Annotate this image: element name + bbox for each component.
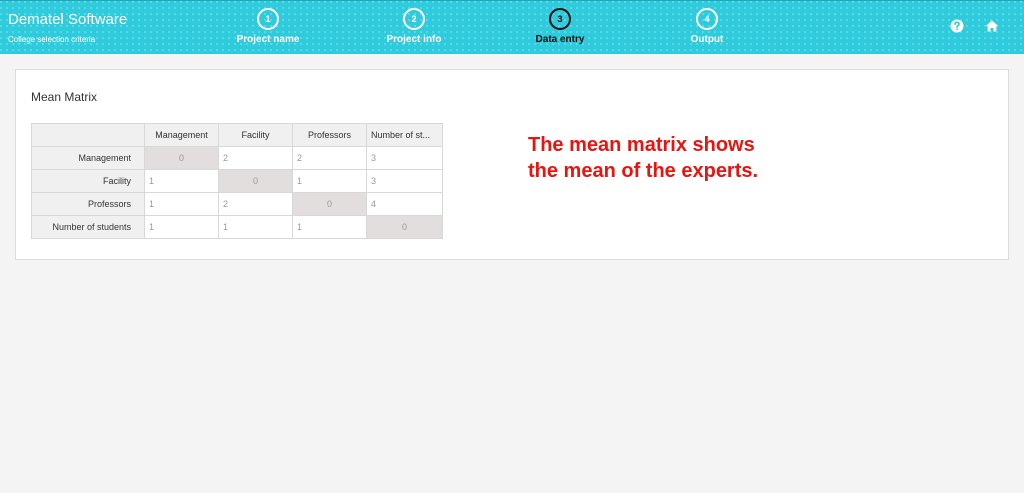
annotation-line: The mean matrix shows <box>528 134 755 156</box>
home-icon[interactable] <box>985 19 999 33</box>
matrix-cell[interactable]: 1 <box>292 215 367 239</box>
step-number-circle: 1 <box>257 8 279 30</box>
table-corner-cell <box>31 123 145 147</box>
matrix-cell-diagonal: 0 <box>292 192 367 216</box>
matrix-cell[interactable]: 1 <box>144 192 219 216</box>
matrix-cell[interactable]: 4 <box>366 192 443 216</box>
table-row: Professors 1 2 0 4 <box>31 192 443 216</box>
step-label: Project info <box>386 34 442 45</box>
step-number-circle: 4 <box>696 8 718 30</box>
mean-matrix-panel: Mean Matrix Management Facility Professo… <box>15 69 1009 260</box>
step-data-entry[interactable]: 3 Data entry <box>510 8 610 45</box>
step-label: Output <box>690 34 724 45</box>
column-header: Professors <box>292 123 367 147</box>
table-row: Facility 1 0 1 3 <box>31 169 443 193</box>
table-row: Number of students 1 1 1 0 <box>31 215 443 239</box>
matrix-cell[interactable]: 2 <box>218 146 293 170</box>
row-header: Facility <box>31 169 145 193</box>
help-icon[interactable] <box>950 19 964 33</box>
matrix-cell-diagonal: 0 <box>366 215 443 239</box>
matrix-cell[interactable]: 2 <box>292 146 367 170</box>
matrix-cell[interactable]: 2 <box>218 192 293 216</box>
app-title: Dematel Software <box>8 11 128 28</box>
step-project-info[interactable]: 2 Project info <box>364 8 464 45</box>
top-bar: Dematel Software College selection crite… <box>0 0 1024 54</box>
matrix-cell-diagonal: 0 <box>144 146 219 170</box>
annotation-line: the mean of the experts. <box>528 160 759 182</box>
row-header: Management <box>31 146 145 170</box>
table-header-row: Management Facility Professors Number of… <box>31 123 443 147</box>
step-label: Project name <box>236 34 300 45</box>
panel-title: Mean Matrix <box>31 90 98 104</box>
project-subtitle: College selection criteria <box>8 35 96 44</box>
matrix-cell[interactable]: 1 <box>218 215 293 239</box>
column-header: Number of st... <box>366 123 443 147</box>
table-row: Management 0 2 2 3 <box>31 146 443 170</box>
matrix-cell[interactable]: 3 <box>366 146 443 170</box>
step-number-circle: 3 <box>549 8 571 30</box>
row-header: Professors <box>31 192 145 216</box>
column-header: Management <box>144 123 219 147</box>
step-number-circle: 2 <box>403 8 425 30</box>
mean-matrix-table: Management Facility Professors Number of… <box>31 123 443 239</box>
matrix-cell[interactable]: 1 <box>144 215 219 239</box>
matrix-cell-diagonal: 0 <box>218 169 293 193</box>
matrix-cell[interactable]: 1 <box>292 169 367 193</box>
matrix-cell[interactable]: 1 <box>144 169 219 193</box>
step-project-name[interactable]: 1 Project name <box>218 8 318 45</box>
step-output[interactable]: 4 Output <box>657 8 757 45</box>
matrix-cell[interactable]: 3 <box>366 169 443 193</box>
annotation-text: The mean matrix shows the mean of the ex… <box>528 132 758 184</box>
column-header: Facility <box>218 123 293 147</box>
row-header: Number of students <box>31 215 145 239</box>
step-label: Data entry <box>535 34 585 45</box>
